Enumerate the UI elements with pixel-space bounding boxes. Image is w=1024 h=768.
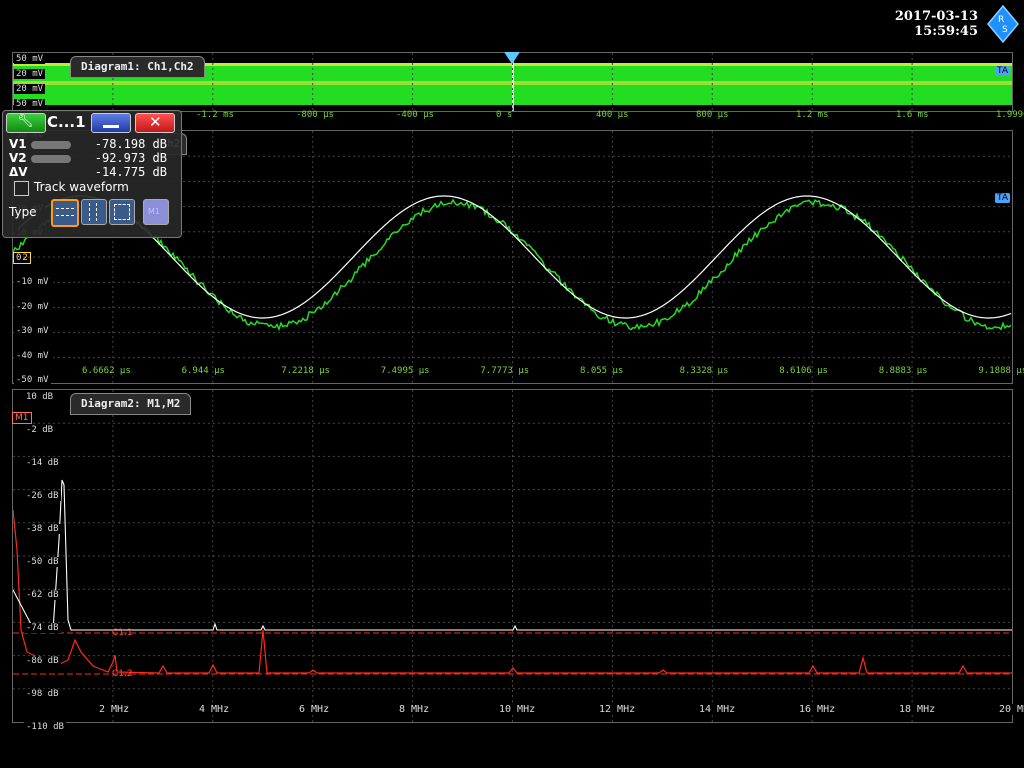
diagram2-tab[interactable]: Diagram2: M1,M2 — [70, 393, 191, 415]
spectrum-xtick-6: 14 MHz — [697, 704, 737, 715]
spectrum-xtick-8: 18 MHz — [897, 704, 937, 715]
minimize-icon — [103, 125, 119, 128]
v1-label: V1 — [9, 137, 27, 151]
type-vertical-button[interactable] — [81, 199, 107, 225]
close-button[interactable]: ✕ — [135, 113, 175, 133]
spectrum-xtick-0: 2 MHz — [97, 704, 131, 715]
horizontal-cursor-icon — [56, 208, 74, 216]
spectrum-ytick-8: -86 dB — [24, 656, 61, 666]
diagram1-xtick-1: -800 µs — [296, 110, 334, 120]
v1-source-pill — [31, 141, 71, 149]
zoom-ytick-5: 0 — [14, 253, 23, 263]
trigger-position-icon[interactable] — [504, 52, 520, 66]
v1-value: -78.198 dB — [95, 137, 167, 151]
zoom-xtick-5: 8.055 µs — [580, 366, 623, 376]
datetime: 2017-03-13 15:59:45 — [858, 9, 978, 39]
diagram2-spectrum[interactable] — [12, 389, 1013, 723]
spectrum-xtick-9: 20 MHz — [997, 704, 1024, 715]
zoom-xtick-4: 7.7773 µs — [480, 366, 529, 376]
spectrum-ytick-3: -26 dB — [24, 491, 61, 501]
zoom-xtick-7: 8.6106 µs — [779, 366, 828, 376]
zoom-ytick-10: -50 mV — [14, 375, 51, 385]
close-icon: ✕ — [149, 113, 162, 131]
diagram1-xtick-3: 0 s — [496, 110, 512, 120]
diagram1-xtick-0: -1.2 ms — [196, 110, 234, 120]
zoom-xtick-9: 9.1888 µs — [978, 366, 1024, 376]
svg-text:R: R — [998, 15, 1004, 25]
spectrum-xtick-3: 8 MHz — [397, 704, 431, 715]
vertical-cursor-icon — [89, 203, 97, 221]
spectrum-ytick-10: -110 dB — [24, 722, 66, 732]
zoom-ytick-9: -40 mV — [14, 351, 51, 361]
v2-value: -92.973 dB — [95, 151, 167, 165]
settings-button[interactable]: 🔧︎ — [6, 113, 46, 133]
zoom-xtick-1: 6.944 µs — [182, 366, 225, 376]
diagram1-trigger-marker[interactable]: TA — [995, 66, 1010, 76]
zoom-trigger-marker[interactable]: TA — [995, 193, 1010, 203]
spectrum-xtick-4: 10 MHz — [497, 704, 537, 715]
cursor-c12-label[interactable]: C1.2 — [112, 669, 133, 679]
spectrum-ytick-4: -38 dB — [24, 524, 61, 534]
minimize-button[interactable] — [91, 113, 131, 133]
zoom-ytick-8: -30 mV — [14, 326, 51, 336]
diagram1-ytick-1: 20 mV — [14, 69, 45, 79]
wrench-icon: 🔧︎ — [17, 114, 34, 129]
zoom-ytick-7: -20 mV — [14, 302, 51, 312]
diagram1-ytick-2: 20 mV — [14, 84, 45, 94]
spectrum-ytick-7: -74 dB — [24, 623, 61, 633]
spectrum-xtick-7: 16 MHz — [797, 704, 837, 715]
time-text: 15:59:45 — [858, 24, 978, 39]
cursor-panel[interactable]: 🔧︎ C...1 ✕ V1 -78.198 dB V2 -92.973 dB Δ… — [2, 110, 182, 238]
spectrum-xtick-2: 6 MHz — [297, 704, 331, 715]
svg-text:S: S — [1002, 25, 1008, 35]
cursor-panel-title: C...1 — [47, 113, 86, 131]
zoom-xtick-8: 8.8883 µs — [879, 366, 928, 376]
diagram1-xtick-5: 800 µs — [696, 110, 729, 120]
rs-logo-icon: R S — [986, 4, 1020, 44]
spectrum-ytick-5: -50 dB — [24, 557, 61, 567]
v2-label: V2 — [9, 151, 27, 165]
spectrum-ytick-1: -2 dB — [24, 425, 55, 435]
cursor-c11-label[interactable]: C1.1 — [112, 628, 133, 638]
diagram1-xtick-6: 1.2 ms — [796, 110, 829, 120]
type-horizontal-button[interactable] — [51, 199, 79, 227]
type-m1-button[interactable]: M1 — [143, 199, 169, 225]
diagram1-xtick-2: -400 µs — [396, 110, 434, 120]
zoom-xtick-2: 7.2218 µs — [281, 366, 330, 376]
spectrum-ytick-0: 10 dB — [24, 392, 55, 402]
type-label: Type — [9, 205, 37, 219]
date-text: 2017-03-13 — [858, 9, 978, 24]
diagram1-ytick-3: 50 mV — [14, 99, 45, 109]
spectrum-ytick-2: -14 dB — [24, 458, 61, 468]
diagram1-xtick-8: 1.9996 ms — [996, 110, 1024, 120]
v2-source-pill — [31, 155, 71, 163]
zoom-xtick-3: 7.4995 µs — [381, 366, 430, 376]
zoom-xtick-0: 6.6662 µs — [82, 366, 131, 376]
m1-marker[interactable]: M1 — [12, 412, 32, 424]
zoom-xtick-6: 8.3328 µs — [680, 366, 729, 376]
spectrum-xtick-1: 4 MHz — [197, 704, 231, 715]
dv-label: ΔV — [9, 165, 28, 179]
zoom-ytick-6: -10 mV — [14, 277, 51, 287]
type-m1-label: M1 — [148, 207, 160, 216]
diagram1-tab[interactable]: Diagram1: Ch1,Ch2 — [70, 56, 205, 78]
diagram1-xtick-7: 1.6 ms — [896, 110, 929, 120]
track-waveform-label: Track waveform — [34, 180, 129, 194]
diagram1-xtick-4: 400 µs — [596, 110, 629, 120]
diagram1-ytick-0: 50 mV — [14, 54, 45, 64]
spectrum-ytick-6: -62 dB — [24, 590, 61, 600]
dv-value: -14.775 dB — [95, 165, 167, 179]
crosshair-cursor-icon — [114, 204, 130, 220]
spectrum-ytick-9: -98 dB — [24, 689, 61, 699]
track-waveform-checkbox[interactable] — [14, 181, 29, 196]
spectrum-xtick-5: 12 MHz — [597, 704, 637, 715]
type-both-button[interactable] — [109, 199, 135, 225]
